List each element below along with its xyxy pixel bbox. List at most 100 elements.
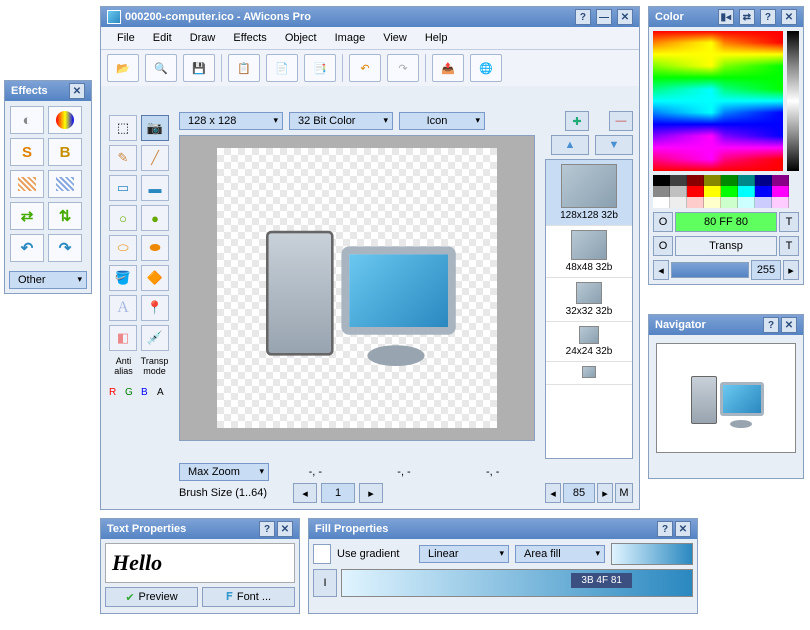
- gradmode-combo[interactable]: Area fill: [515, 545, 605, 563]
- menu-edit[interactable]: Edit: [145, 30, 180, 46]
- antialias-toggle[interactable]: Anti alias: [109, 357, 138, 383]
- rotate-l-effect[interactable]: ↶: [10, 234, 44, 262]
- color-o2[interactable]: O: [653, 236, 673, 256]
- web-icon[interactable]: 🌐: [470, 54, 502, 82]
- effects-other-combo[interactable]: Other: [9, 271, 87, 289]
- nav-preview[interactable]: [656, 343, 796, 453]
- depth-combo[interactable]: 32 Bit Color: [289, 112, 393, 130]
- help-icon[interactable]: ?: [259, 521, 275, 537]
- color-back-icon[interactable]: ▮◂: [718, 9, 734, 25]
- pencil-tool[interactable]: ✎: [109, 145, 137, 171]
- blur-effect[interactable]: B: [48, 138, 82, 166]
- zoom-combo[interactable]: Max Zoom: [179, 463, 269, 481]
- line-tool[interactable]: ╱: [141, 145, 169, 171]
- gradient-tool[interactable]: 🔶: [141, 265, 169, 291]
- circle-outline-tool[interactable]: ○: [109, 205, 137, 231]
- alpha-inc[interactable]: ▸: [783, 260, 799, 280]
- flip-v-effect[interactable]: ⇅: [48, 202, 82, 230]
- help-icon[interactable]: ?: [763, 317, 779, 333]
- colorize-effect[interactable]: [48, 106, 82, 134]
- close-icon[interactable]: ✕: [617, 9, 633, 25]
- add-format-button[interactable]: ✚: [565, 111, 589, 131]
- copy-icon[interactable]: 📋: [228, 54, 260, 82]
- minimize-icon[interactable]: —: [596, 9, 612, 25]
- oval-fill-tool[interactable]: ⬬: [141, 235, 169, 261]
- close-icon[interactable]: ✕: [675, 521, 691, 537]
- help-icon[interactable]: ?: [760, 9, 776, 25]
- select-rect-tool[interactable]: ⬚: [109, 115, 137, 141]
- color-t1[interactable]: T: [779, 212, 799, 232]
- move-up-button[interactable]: ▲: [551, 135, 589, 155]
- help-icon[interactable]: ?: [575, 9, 591, 25]
- brush-inc[interactable]: ▸: [359, 483, 383, 503]
- preview-button[interactable]: ✔Preview: [105, 587, 198, 607]
- color-swap-icon[interactable]: ⇄: [739, 9, 755, 25]
- alpha-slider[interactable]: [671, 262, 749, 278]
- close-icon[interactable]: ✕: [277, 521, 293, 537]
- color-t2[interactable]: T: [779, 236, 799, 256]
- close-icon[interactable]: ✕: [781, 317, 797, 333]
- pattern2-effect[interactable]: [48, 170, 82, 198]
- format-item-48[interactable]: 48x48 32b: [546, 226, 632, 278]
- color-hex[interactable]: 80 FF 80: [675, 212, 777, 232]
- redo-icon[interactable]: ↷: [387, 54, 419, 82]
- rotate-r-effect[interactable]: ↷: [48, 234, 82, 262]
- menu-image[interactable]: Image: [327, 30, 374, 46]
- fill-i[interactable]: I: [313, 569, 337, 597]
- menu-view[interactable]: View: [375, 30, 415, 46]
- size-combo[interactable]: 128 x 128: [179, 112, 283, 130]
- page-m[interactable]: M: [615, 483, 633, 503]
- font-button[interactable]: 𝐅Font ...: [202, 587, 295, 607]
- color-o1[interactable]: O: [653, 212, 673, 232]
- gradtype-combo[interactable]: Linear: [419, 545, 509, 563]
- format-list[interactable]: 128x128 32b 48x48 32b 32x32 32b 24x24 32…: [545, 159, 633, 459]
- channel-b[interactable]: B: [141, 387, 156, 405]
- format-item-32[interactable]: 32x32 32b: [546, 278, 632, 322]
- channel-g[interactable]: G: [125, 387, 140, 405]
- paste-icon[interactable]: 📄: [266, 54, 298, 82]
- remove-format-button[interactable]: —: [609, 111, 633, 131]
- menu-help[interactable]: Help: [417, 30, 456, 46]
- page-inc[interactable]: ▸: [597, 483, 613, 503]
- eyedropper-tool[interactable]: 💉: [141, 325, 169, 351]
- export-icon[interactable]: 📤: [432, 54, 464, 82]
- close-icon[interactable]: ✕: [781, 9, 797, 25]
- wand-tool[interactable]: 📍: [141, 295, 169, 321]
- grayscale-effect[interactable]: ◐: [10, 106, 44, 134]
- oval-outline-tool[interactable]: ⬭: [109, 235, 137, 261]
- search-icon[interactable]: 🔍: [145, 54, 177, 82]
- close-icon[interactable]: ✕: [69, 83, 85, 99]
- rect-outline-tool[interactable]: ▭: [109, 175, 137, 201]
- format-item-16[interactable]: [546, 362, 632, 385]
- usegrad-check[interactable]: [313, 544, 331, 564]
- rect-fill-tool[interactable]: ▬: [141, 175, 169, 201]
- menu-effects[interactable]: Effects: [225, 30, 274, 46]
- pattern1-effect[interactable]: [10, 170, 44, 198]
- camera-tool[interactable]: 📷: [141, 115, 169, 141]
- transp-toggle[interactable]: Transp mode: [140, 357, 169, 383]
- undo-icon[interactable]: ↶: [349, 54, 381, 82]
- fill-tool[interactable]: 🪣: [109, 265, 137, 291]
- flip-h-effect[interactable]: ⇄: [10, 202, 44, 230]
- color-picker[interactable]: [649, 27, 803, 175]
- menu-file[interactable]: File: [109, 30, 143, 46]
- format-item-128[interactable]: 128x128 32b: [546, 160, 632, 226]
- help-icon[interactable]: ?: [657, 521, 673, 537]
- alpha-dec[interactable]: ◂: [653, 260, 669, 280]
- move-down-button[interactable]: ▼: [595, 135, 633, 155]
- eraser-tool[interactable]: ◧: [109, 325, 137, 351]
- swatch-grid[interactable]: [649, 175, 803, 208]
- format-item-24[interactable]: 24x24 32b: [546, 322, 632, 362]
- menu-object[interactable]: Object: [277, 30, 325, 46]
- channel-a[interactable]: A: [157, 387, 172, 405]
- page-dec[interactable]: ◂: [545, 483, 561, 503]
- sharpen-effect[interactable]: S: [10, 138, 44, 166]
- color-transp[interactable]: Transp: [675, 236, 777, 256]
- circle-fill-tool[interactable]: ●: [141, 205, 169, 231]
- new-icon[interactable]: 📑: [304, 54, 336, 82]
- type-combo[interactable]: Icon: [399, 112, 485, 130]
- text-tool[interactable]: A: [109, 295, 137, 321]
- grad-editor[interactable]: 3B 4F 81: [341, 569, 693, 597]
- open-icon[interactable]: 📂: [107, 54, 139, 82]
- grad-color-value[interactable]: 3B 4F 81: [571, 573, 632, 588]
